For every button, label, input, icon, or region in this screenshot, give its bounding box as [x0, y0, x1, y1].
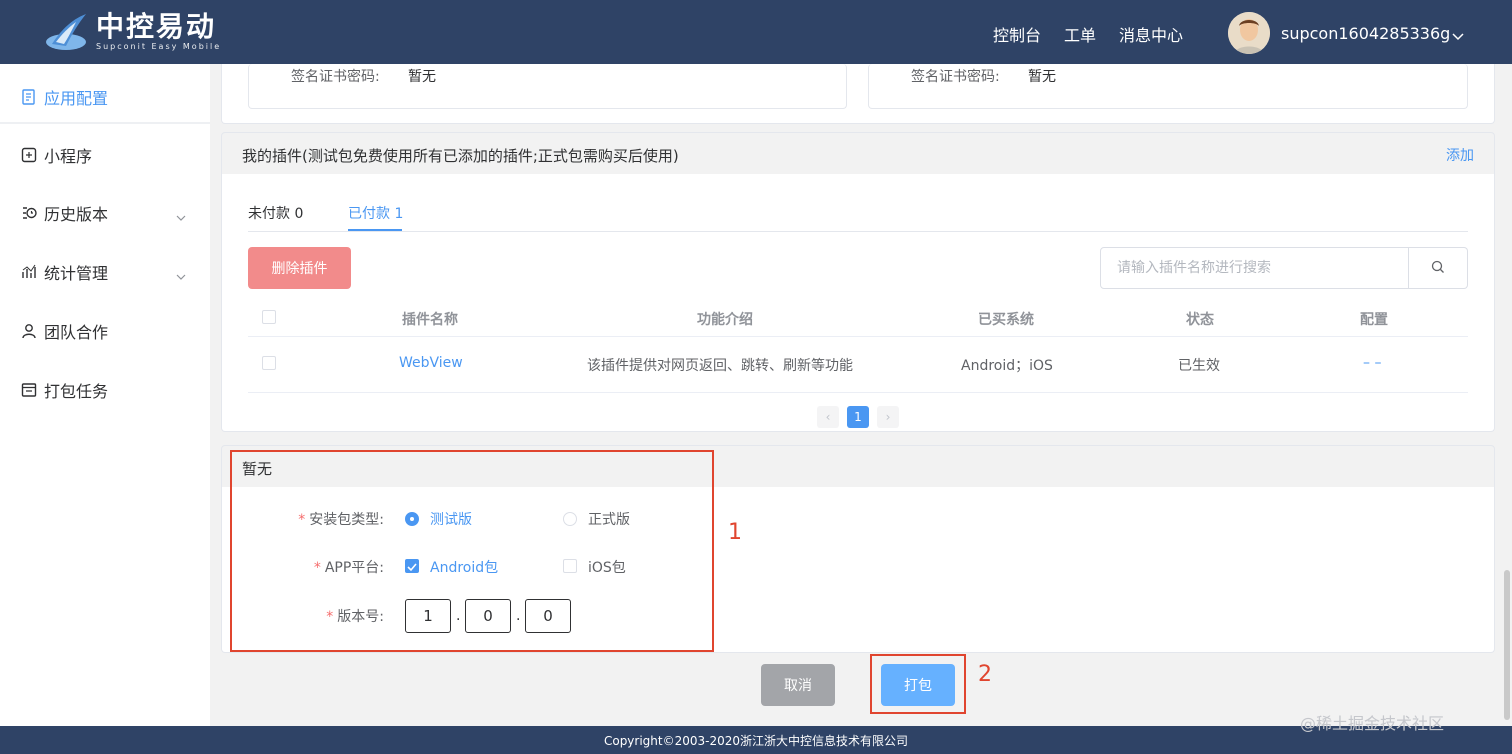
vertical-scrollbar[interactable]: [1504, 570, 1510, 720]
nav-console[interactable]: 控制台: [993, 22, 1041, 46]
sidebar-item-label: 团队合作: [44, 323, 109, 342]
sidebar-item-miniprogram[interactable]: 小程序: [0, 126, 210, 184]
history-icon: [20, 204, 38, 222]
plugin-systems: Android；iOS: [961, 358, 1053, 374]
pagination-page-current[interactable]: 1: [847, 406, 869, 428]
column-header-name: 插件名称: [402, 312, 458, 328]
plugin-section-header: 我的插件(测试包免费使用所有已添加的插件;正式包需购买后使用) 添加: [221, 132, 1495, 174]
team-icon: [20, 322, 38, 340]
nav-message-center[interactable]: 消息中心: [1119, 22, 1183, 46]
sidebar-item-label: 统计管理: [44, 264, 109, 283]
row-checkbox[interactable]: [262, 356, 276, 370]
column-header-systems: 已买系统: [978, 312, 1034, 328]
add-plugin-link[interactable]: 添加: [1446, 145, 1474, 165]
signature-box-left: 签名证书密码: 暂无: [248, 64, 847, 109]
task-icon: [20, 381, 38, 399]
search-button[interactable]: [1409, 247, 1468, 289]
plugin-section-title: 我的插件(测试包免费使用所有已添加的插件;正式包需购买后使用): [242, 147, 679, 165]
signature-password-value: 暂无: [408, 69, 436, 85]
sidebar-item-stats[interactable]: 统计管理: [0, 243, 210, 301]
sidebar-item-label: 打包任务: [44, 382, 109, 401]
app-config-icon: [20, 88, 38, 106]
sidebar-item-app-config[interactable]: 应用配置: [0, 68, 210, 126]
chevron-down-icon[interactable]: [176, 265, 186, 284]
plugin-status: 已生效: [1178, 358, 1220, 374]
tabs-divider: [248, 231, 1468, 232]
plugin-description: 该插件提供对网页返回、跳转、刷新等功能: [587, 358, 853, 374]
brand-logo[interactable]: 中控易动 Supconit Easy Mobile: [42, 10, 221, 54]
sidebar-item-build-task[interactable]: 打包任务: [0, 361, 210, 419]
signature-box-right: 签名证书密码: 暂无: [868, 64, 1468, 109]
signature-password-label: 签名证书密码:: [911, 69, 1000, 85]
watermark: @稀土掘金技术社区: [1300, 714, 1445, 733]
annotation-box-form: [230, 450, 714, 652]
plugin-section-body: [221, 174, 1495, 432]
sidebar-item-label: 应用配置: [44, 89, 109, 108]
page-footer: Copyright©2003-2020浙江浙大中控信息技术有限公司: [0, 726, 1512, 754]
cancel-button[interactable]: 取消: [761, 664, 835, 706]
username[interactable]: supcon1604285336g: [1281, 24, 1450, 43]
select-all-checkbox[interactable]: [262, 310, 276, 324]
sidebar-item-history[interactable]: 历史版本: [0, 184, 210, 242]
chevron-down-icon[interactable]: [1452, 26, 1464, 45]
sidebar-item-label: 小程序: [44, 147, 93, 166]
sidebar: 应用配置 小程序 历史版本 统计管理 团队合作 打包任务: [0, 64, 210, 726]
search-icon: [1431, 259, 1445, 278]
delete-plugin-button[interactable]: 删除插件: [248, 247, 351, 289]
table-header-divider: [248, 336, 1468, 337]
column-header-status: 状态: [1186, 312, 1214, 328]
sidebar-item-team[interactable]: 团队合作: [0, 302, 210, 360]
tab-unpaid[interactable]: 未付款 0: [248, 203, 303, 223]
table-row-divider: [248, 392, 1468, 393]
sidebar-divider: [0, 122, 210, 124]
copyright-text: Copyright©2003-2020浙江浙大中控信息技术有限公司: [603, 734, 909, 748]
pagination-prev-button[interactable]: ‹: [817, 406, 839, 428]
plugin-name-link[interactable]: WebView: [399, 355, 463, 371]
brand-subtitle: Supconit Easy Mobile: [96, 42, 222, 51]
plugin-config-link[interactable]: – –: [1363, 355, 1381, 371]
signature-password-value: 暂无: [1028, 69, 1056, 85]
annotation-box-build: [870, 654, 966, 714]
pagination-next-button[interactable]: ›: [877, 406, 899, 428]
tab-paid[interactable]: 已付款 1: [348, 203, 403, 223]
plugin-search-input[interactable]: [1100, 247, 1409, 289]
annotation-number: 1: [728, 520, 742, 545]
top-header: 中控易动 Supconit Easy Mobile 控制台 工单 消息中心 su…: [0, 0, 1512, 64]
logo-mark-icon: [42, 12, 92, 52]
sidebar-item-label: 历史版本: [44, 205, 109, 224]
miniprogram-icon: [20, 146, 38, 164]
column-header-desc: 功能介绍: [697, 312, 753, 328]
active-tab-indicator: [348, 229, 402, 231]
stats-icon: [20, 263, 38, 281]
chevron-down-icon[interactable]: [176, 206, 186, 225]
nav-ticket[interactable]: 工单: [1064, 22, 1096, 46]
annotation-number: 2: [978, 662, 992, 687]
avatar[interactable]: [1228, 12, 1270, 54]
brand-name: 中控易动: [96, 10, 217, 43]
column-header-config: 配置: [1360, 312, 1388, 328]
signature-password-label: 签名证书密码:: [291, 69, 380, 85]
